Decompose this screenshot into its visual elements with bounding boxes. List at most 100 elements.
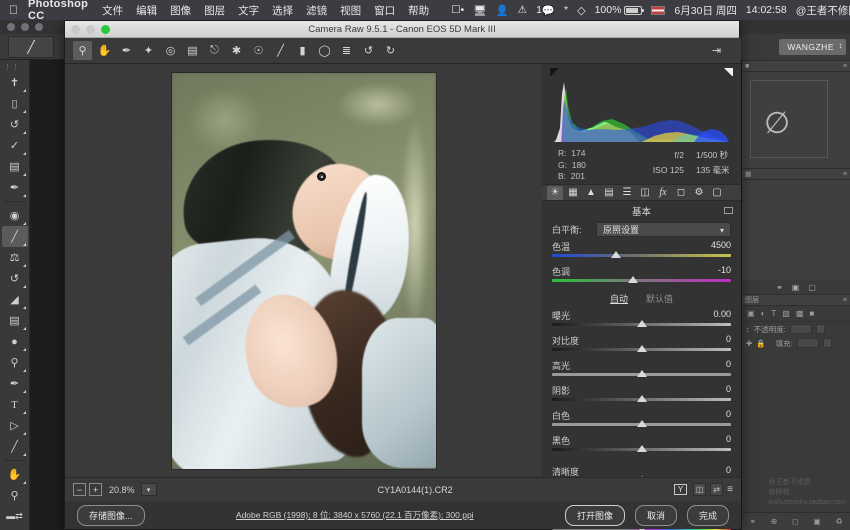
menu-filter[interactable]: 滤镜 — [306, 3, 327, 18]
panel-menu-icon[interactable] — [724, 207, 733, 214]
zoom-level-select[interactable]: ▾ — [141, 483, 157, 496]
slider-track[interactable] — [552, 422, 731, 431]
slider-track[interactable] — [552, 322, 731, 331]
adjustment-brush-icon[interactable]: ╱ — [271, 41, 290, 60]
filter-toggle-icon[interactable]: ■ — [809, 309, 814, 318]
adjustments-menu-icon[interactable]: ≡ — [843, 171, 847, 178]
toggle-fullscreen-icon[interactable]: ⇥ — [707, 41, 726, 60]
slider-knob[interactable] — [637, 345, 647, 352]
fill-value-field[interactable] — [797, 338, 819, 348]
minimize-window-button[interactable] — [21, 23, 29, 31]
auto-button[interactable]: 自动 — [610, 292, 628, 305]
menu-file[interactable]: 文件 — [102, 3, 123, 18]
zoom-out-button[interactable]: − — [73, 483, 86, 496]
targeted-adjustment-tool-icon[interactable]: ◎ — [161, 41, 180, 60]
cr-close-button[interactable] — [71, 25, 80, 34]
blur-tool[interactable]: ● — [2, 331, 28, 352]
slider-track[interactable] — [552, 253, 731, 262]
layers-panel-header[interactable]: 图层 ≡ — [742, 294, 850, 306]
user-icon[interactable]: 👤 — [496, 4, 509, 17]
color-sampler-tool-icon[interactable]: ✦ — [139, 41, 158, 60]
battery-status[interactable]: 100% — [595, 4, 643, 16]
basic-tab-icon[interactable]: ☀ — [547, 186, 563, 200]
tone-curve-tab-icon[interactable]: ▦ — [565, 186, 581, 200]
screen-record-icon[interactable]: ☐• — [451, 4, 464, 16]
new-layer-icon[interactable]: ▣ — [813, 517, 821, 526]
white-balance-select[interactable]: 原照设置 ▾ — [596, 222, 731, 237]
color-panel-menu-icon[interactable]: ≡ — [843, 63, 847, 70]
slider-knob[interactable] — [637, 445, 647, 452]
menu-window[interactable]: 窗口 — [374, 3, 395, 18]
filter-adjustment-icon[interactable]: ◐ — [761, 309, 766, 318]
edit-toolbar-button[interactable]: ▬⇄ — [2, 506, 28, 527]
save-image-button[interactable]: 存储图像... — [77, 505, 145, 526]
slider-knob[interactable] — [628, 276, 638, 283]
opacity-stepper-icon[interactable] — [816, 324, 825, 334]
swap-before-after-icon[interactable]: ⇄ — [710, 483, 723, 496]
default-button[interactable]: 默认值 — [646, 292, 673, 305]
menu-view[interactable]: 视图 — [340, 3, 361, 18]
bluetooth-icon[interactable]: * — [564, 4, 568, 16]
adjustments-panel-header[interactable]: ▦ ≡ — [742, 168, 850, 180]
filter-pixel-icon[interactable]: ▣ — [747, 309, 755, 318]
graduated-filter-icon[interactable]: ▮ — [293, 41, 312, 60]
account-name[interactable]: @王者不修图 — [796, 3, 850, 18]
link-icon[interactable]: ⚭ — [776, 283, 783, 292]
slider-tint[interactable]: 色调 -10 — [542, 262, 741, 287]
clone-stamp-tool[interactable]: ⚖ — [2, 247, 28, 268]
workspace-selector[interactable]: WANGZHE — [779, 39, 846, 55]
maximize-window-button[interactable] — [35, 23, 43, 31]
workflow-options-link[interactable]: Adobe RGB (1998); 8 位; 3840 x 5760 (22.1… — [145, 509, 565, 521]
layer-style-icon[interactable]: ⊕ — [771, 517, 778, 526]
zoom-in-button[interactable]: + — [89, 483, 102, 496]
slider-shadows[interactable]: 阴影 0 — [542, 381, 741, 406]
history-brush-tool[interactable]: ↺ — [2, 268, 28, 289]
hsl-grayscale-tab-icon[interactable]: ▤ — [601, 186, 617, 200]
lasso-tool[interactable]: ↺ — [2, 114, 28, 135]
menu-image[interactable]: 图像 — [170, 3, 191, 18]
gradient-tool[interactable]: ▤ — [2, 310, 28, 331]
toolbar-drag-handle[interactable]: ⋮⋮ — [4, 63, 20, 71]
done-button[interactable]: 完成 — [687, 505, 729, 526]
zoom-tool[interactable]: ⚲ — [2, 485, 28, 506]
slider-track[interactable] — [552, 447, 731, 456]
alert-icon[interactable]: ⚠ — [518, 4, 527, 16]
white-balance-tool-icon[interactable]: ✒ — [117, 41, 136, 60]
slider-knob[interactable] — [637, 320, 647, 327]
slider-whites[interactable]: 白色 0 — [542, 406, 741, 431]
image-preview-area[interactable] — [65, 64, 542, 477]
slider-knob[interactable] — [611, 251, 621, 258]
link-layers-icon[interactable]: ⚭ — [749, 517, 756, 526]
slider-exposure[interactable]: 曝光 0.00 — [542, 306, 741, 331]
hand-tool[interactable]: ✋ — [2, 464, 28, 485]
menu-help[interactable]: 帮助 — [408, 3, 429, 18]
red-eye-removal-tool-icon[interactable]: ☉ — [249, 41, 268, 60]
lens-corrections-tab-icon[interactable]: ◫ — [637, 186, 653, 200]
photoshop-window-controls[interactable] — [7, 23, 43, 31]
camera-calibration-tab-icon[interactable]: ◻ — [673, 186, 689, 200]
new-group-icon[interactable]: ◻ — [792, 517, 799, 526]
zoom-tool-icon[interactable]: ⚲ — [73, 41, 92, 60]
detail-tab-icon[interactable]: ▲ — [583, 186, 599, 200]
close-window-button[interactable] — [7, 23, 15, 31]
marquee-tool[interactable]: ▯ — [2, 93, 28, 114]
active-app-name[interactable]: Photoshop CC — [28, 0, 88, 22]
raw-photo-preview[interactable] — [171, 72, 437, 470]
before-after-view-icon[interactable]: ◫ — [693, 483, 706, 496]
path-selection-tool[interactable]: ▷ — [2, 415, 28, 436]
menu-edit[interactable]: 编辑 — [136, 3, 157, 18]
preferences-icon[interactable]: ≣ — [337, 41, 356, 60]
slider-knob[interactable] — [637, 420, 647, 427]
color-panel-header[interactable]: ■ ≡ — [742, 60, 850, 72]
opacity-value-field[interactable] — [790, 324, 812, 334]
menu-type[interactable]: 文字 — [238, 3, 259, 18]
display-icon[interactable]: 🖥 — [473, 4, 486, 17]
quick-selection-tool[interactable]: ✓ — [2, 135, 28, 156]
spot-removal-tool-icon[interactable]: ✱ — [227, 41, 246, 60]
fill-stepper-icon[interactable] — [823, 338, 832, 348]
slider-contrast[interactable]: 对比度 0 — [542, 331, 741, 356]
slider-track[interactable] — [552, 372, 731, 381]
eraser-tool[interactable]: ◢ — [2, 289, 28, 310]
blend-mode-icon[interactable]: ↕ — [746, 325, 750, 334]
preview-toggle-button[interactable]: Y — [674, 484, 687, 495]
